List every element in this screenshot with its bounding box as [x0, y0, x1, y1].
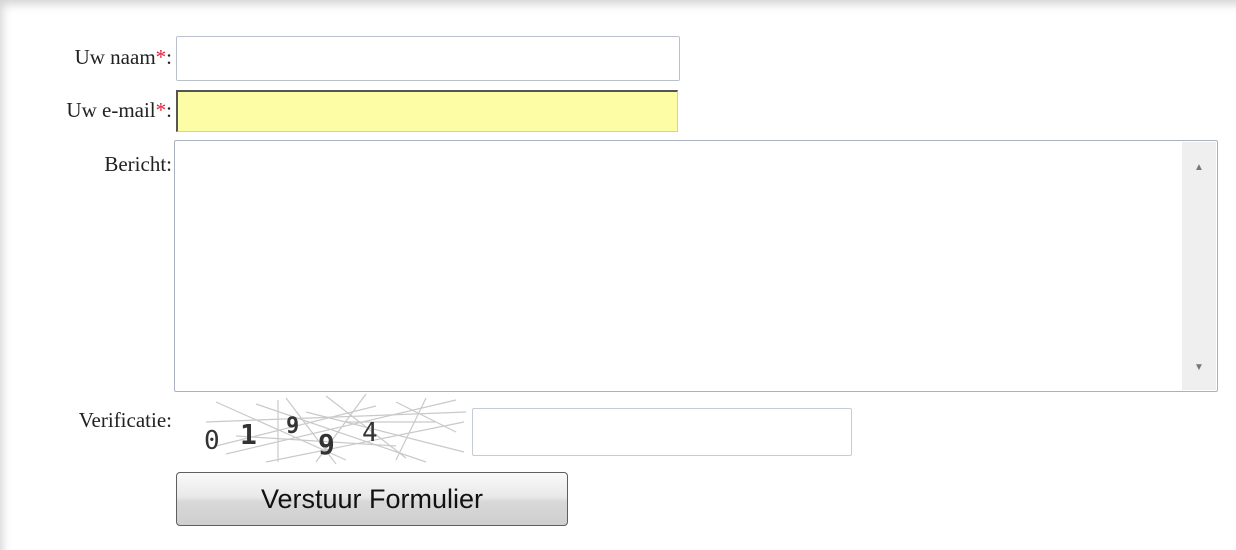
required-marker: *: [155, 45, 167, 69]
name-input[interactable]: [176, 36, 680, 81]
email-input[interactable]: [176, 90, 678, 132]
form-container: Uw naam*: Uw e-mail*: Bericht: ▲ ▼ Verif…: [0, 0, 1236, 550]
captcha-digit: 1: [240, 418, 257, 451]
email-label: Uw e-mail*:: [66, 98, 172, 122]
scroll-up-icon[interactable]: ▲: [1182, 152, 1216, 182]
captcha-digit: 4: [362, 418, 378, 448]
captcha-image: 0 1 9 9 4: [196, 392, 468, 465]
captcha-digit: 9: [318, 428, 335, 461]
captcha-digit: 0: [204, 426, 220, 456]
name-label: Uw naam*:: [74, 45, 172, 69]
submit-button[interactable]: Verstuur Formulier: [176, 472, 568, 526]
captcha-input[interactable]: [472, 408, 852, 456]
message-textarea[interactable]: ▲ ▼: [174, 140, 1218, 392]
scroll-down-icon[interactable]: ▼: [1182, 352, 1216, 382]
captcha-digit: 9: [286, 414, 300, 439]
required-marker: *: [155, 98, 167, 122]
message-scrollbar[interactable]: ▲ ▼: [1182, 142, 1216, 390]
verification-label: Verificatie:: [78, 408, 172, 432]
message-label: Bericht:: [104, 152, 172, 176]
